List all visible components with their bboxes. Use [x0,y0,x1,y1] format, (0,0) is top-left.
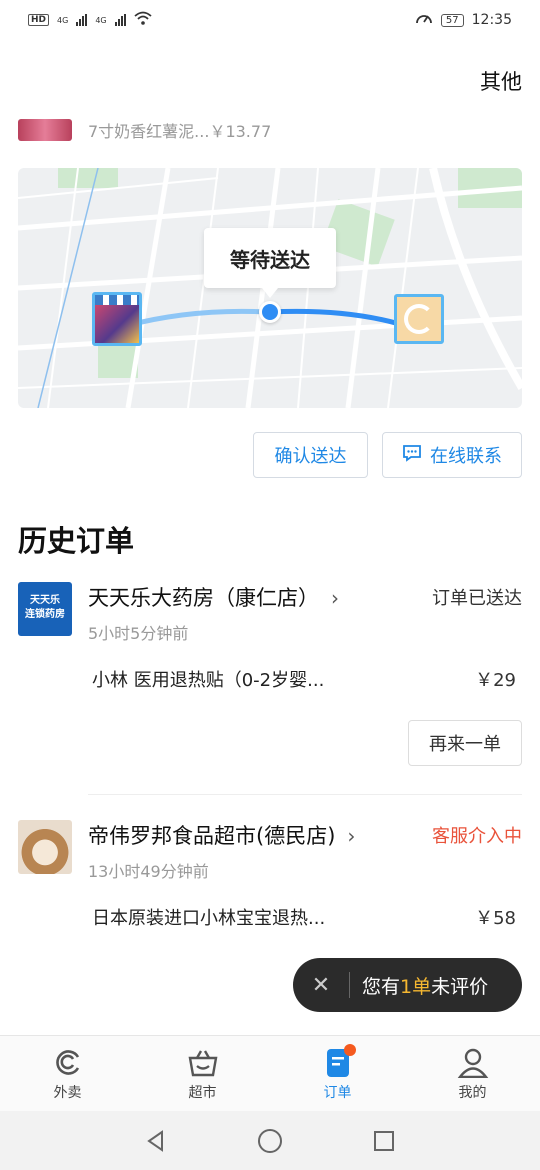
chevron-right-icon: › [331,586,339,610]
order-price: ￥29 [475,670,516,691]
order-price: ￥58 [475,908,516,929]
close-icon[interactable]: ✕ [293,973,349,998]
tab-label: 超市 [188,1085,217,1101]
order-actions: 确认送达 在线联系 [253,432,522,478]
status-left: HD 4G 4G [28,11,152,29]
delivery-status-bubble: 等待送达 [204,228,336,298]
tab-profile[interactable]: 我的 [405,1036,540,1111]
tab-label: 外卖 [53,1085,82,1101]
other-button[interactable]: 其他 [480,66,522,96]
order-status: 订单已送达 [432,588,522,609]
history-title: 历史订单 [18,524,135,558]
battery-icon: 57 [440,13,464,27]
shop-logo-text: 天天乐 [30,595,60,606]
notification-dot [344,1044,356,1056]
order-time: 13小时49分钟前 [88,862,209,881]
current-order-item-text: 7寸奶香红薯泥...￥13.77 [88,122,272,141]
basket-icon [188,1050,217,1077]
history-order-card[interactable]: 帝伟罗邦食品超市(德民店) › 客服介入中 13小时49分钟前 日本原装进口小林宝… [0,820,540,960]
profile-icon [457,1048,488,1078]
product-thumbnail [18,119,72,141]
online-contact-label: 在线联系 [430,446,502,467]
current-order-item[interactable]: 7寸奶香红薯泥...￥13.77 [18,118,271,142]
toast-count: 1单 [400,975,432,998]
eleme-icon [55,1050,79,1075]
clock: 12:35 [471,12,512,28]
hd-icon: HD [28,14,50,26]
destination-marker[interactable] [394,294,444,344]
toast-prefix: 您有 [362,975,401,998]
shop-name-link[interactable]: 帝伟罗邦食品超市(德民店) › [88,820,355,850]
reorder-button[interactable]: 再来一单 [408,720,522,766]
tab-takeout[interactable]: 外卖 [0,1036,135,1111]
shop-name: 天天乐大药房（康仁店） [88,586,319,610]
tab-supermarket[interactable]: 超市 [135,1036,270,1111]
shop-marker[interactable] [92,292,142,346]
toast-suffix: 未评价 [431,975,489,998]
history-order-card[interactable]: 天天乐 连锁药房 天天乐大药房（康仁店） › 订单已送达 5小时5分钟前 小林 医… [0,582,540,782]
courier-location-dot [259,301,281,323]
network-type-2: 4G [95,15,107,25]
wifi-icon [134,11,152,29]
back-icon[interactable] [144,1129,168,1153]
chat-icon [402,444,422,467]
system-nav-bar [0,1111,540,1170]
shop-name: 帝伟罗邦食品超市(德民店) [88,824,336,848]
signal-icon-2 [114,14,126,26]
delivery-map[interactable]: 等待送达 [18,168,522,408]
shop-name-link[interactable]: 天天乐大药房（康仁店） › [88,582,339,612]
shop-logo: 天天乐 连锁药房 [18,582,72,636]
tab-orders[interactable]: 订单 [270,1036,405,1111]
confirm-delivery-button[interactable]: 确认送达 [253,432,368,478]
shop-logo-subtext: 连锁药房 [25,609,65,620]
signal-icon [76,14,88,26]
home-icon[interactable] [257,1128,283,1154]
status-right: 57 12:35 [415,10,512,30]
status-bar: HD 4G 4G 57 12:35 [0,0,540,40]
order-goods: 小林 医用退热贴（0-2岁婴... [92,670,325,691]
divider [88,794,522,795]
online-contact-button[interactable]: 在线联系 [382,432,522,478]
bottom-tab-bar: 外卖 超市 订单 我的 [0,1035,540,1111]
network-type-1: 4G [57,15,69,25]
order-status: 客服介入中 [432,826,522,847]
speed-icon [415,10,433,30]
toast-text: 您有1单未评价 [362,972,488,999]
tab-label: 订单 [323,1085,352,1101]
order-goods: 日本原装进口小林宝宝退热... [92,908,326,929]
tab-label: 我的 [458,1085,487,1101]
toast-separator [349,972,350,998]
unrated-toast[interactable]: ✕ 您有1单未评价 [293,958,522,1012]
eleme-logo-icon [404,304,434,334]
shop-logo [18,820,72,874]
confirm-delivery-label: 确认送达 [274,446,347,467]
recents-icon[interactable] [372,1129,396,1153]
order-time: 5小时5分钟前 [88,624,189,643]
chevron-right-icon: › [347,824,356,848]
